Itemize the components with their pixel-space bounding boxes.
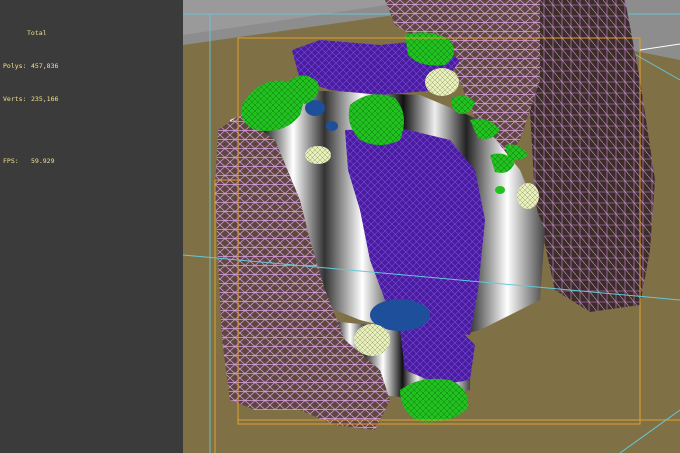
polys-row: Polys: 457,836: [3, 61, 58, 72]
scene-statistics: Total Polys: 457,836 Verts: 235,166 FPS:…: [3, 6, 58, 189]
polys-value: 457,836: [31, 62, 59, 70]
verts-label: Verts:: [3, 95, 27, 103]
3d-viewport[interactable]: Total Polys: 457,836 Verts: 235,166 FPS:…: [0, 0, 680, 453]
fps-value: 59.929: [31, 157, 55, 165]
verts-value: 235,166: [31, 95, 59, 103]
fps-row: FPS: 59.929: [3, 156, 58, 167]
verts-row: Verts: 235,166: [3, 94, 58, 105]
polys-label: Polys:: [3, 62, 27, 70]
stats-header: Total: [27, 29, 47, 37]
viewport-stats-panel: Total Polys: 457,836 Verts: 235,166 FPS:…: [0, 0, 183, 453]
fps-label: FPS:: [3, 157, 19, 165]
